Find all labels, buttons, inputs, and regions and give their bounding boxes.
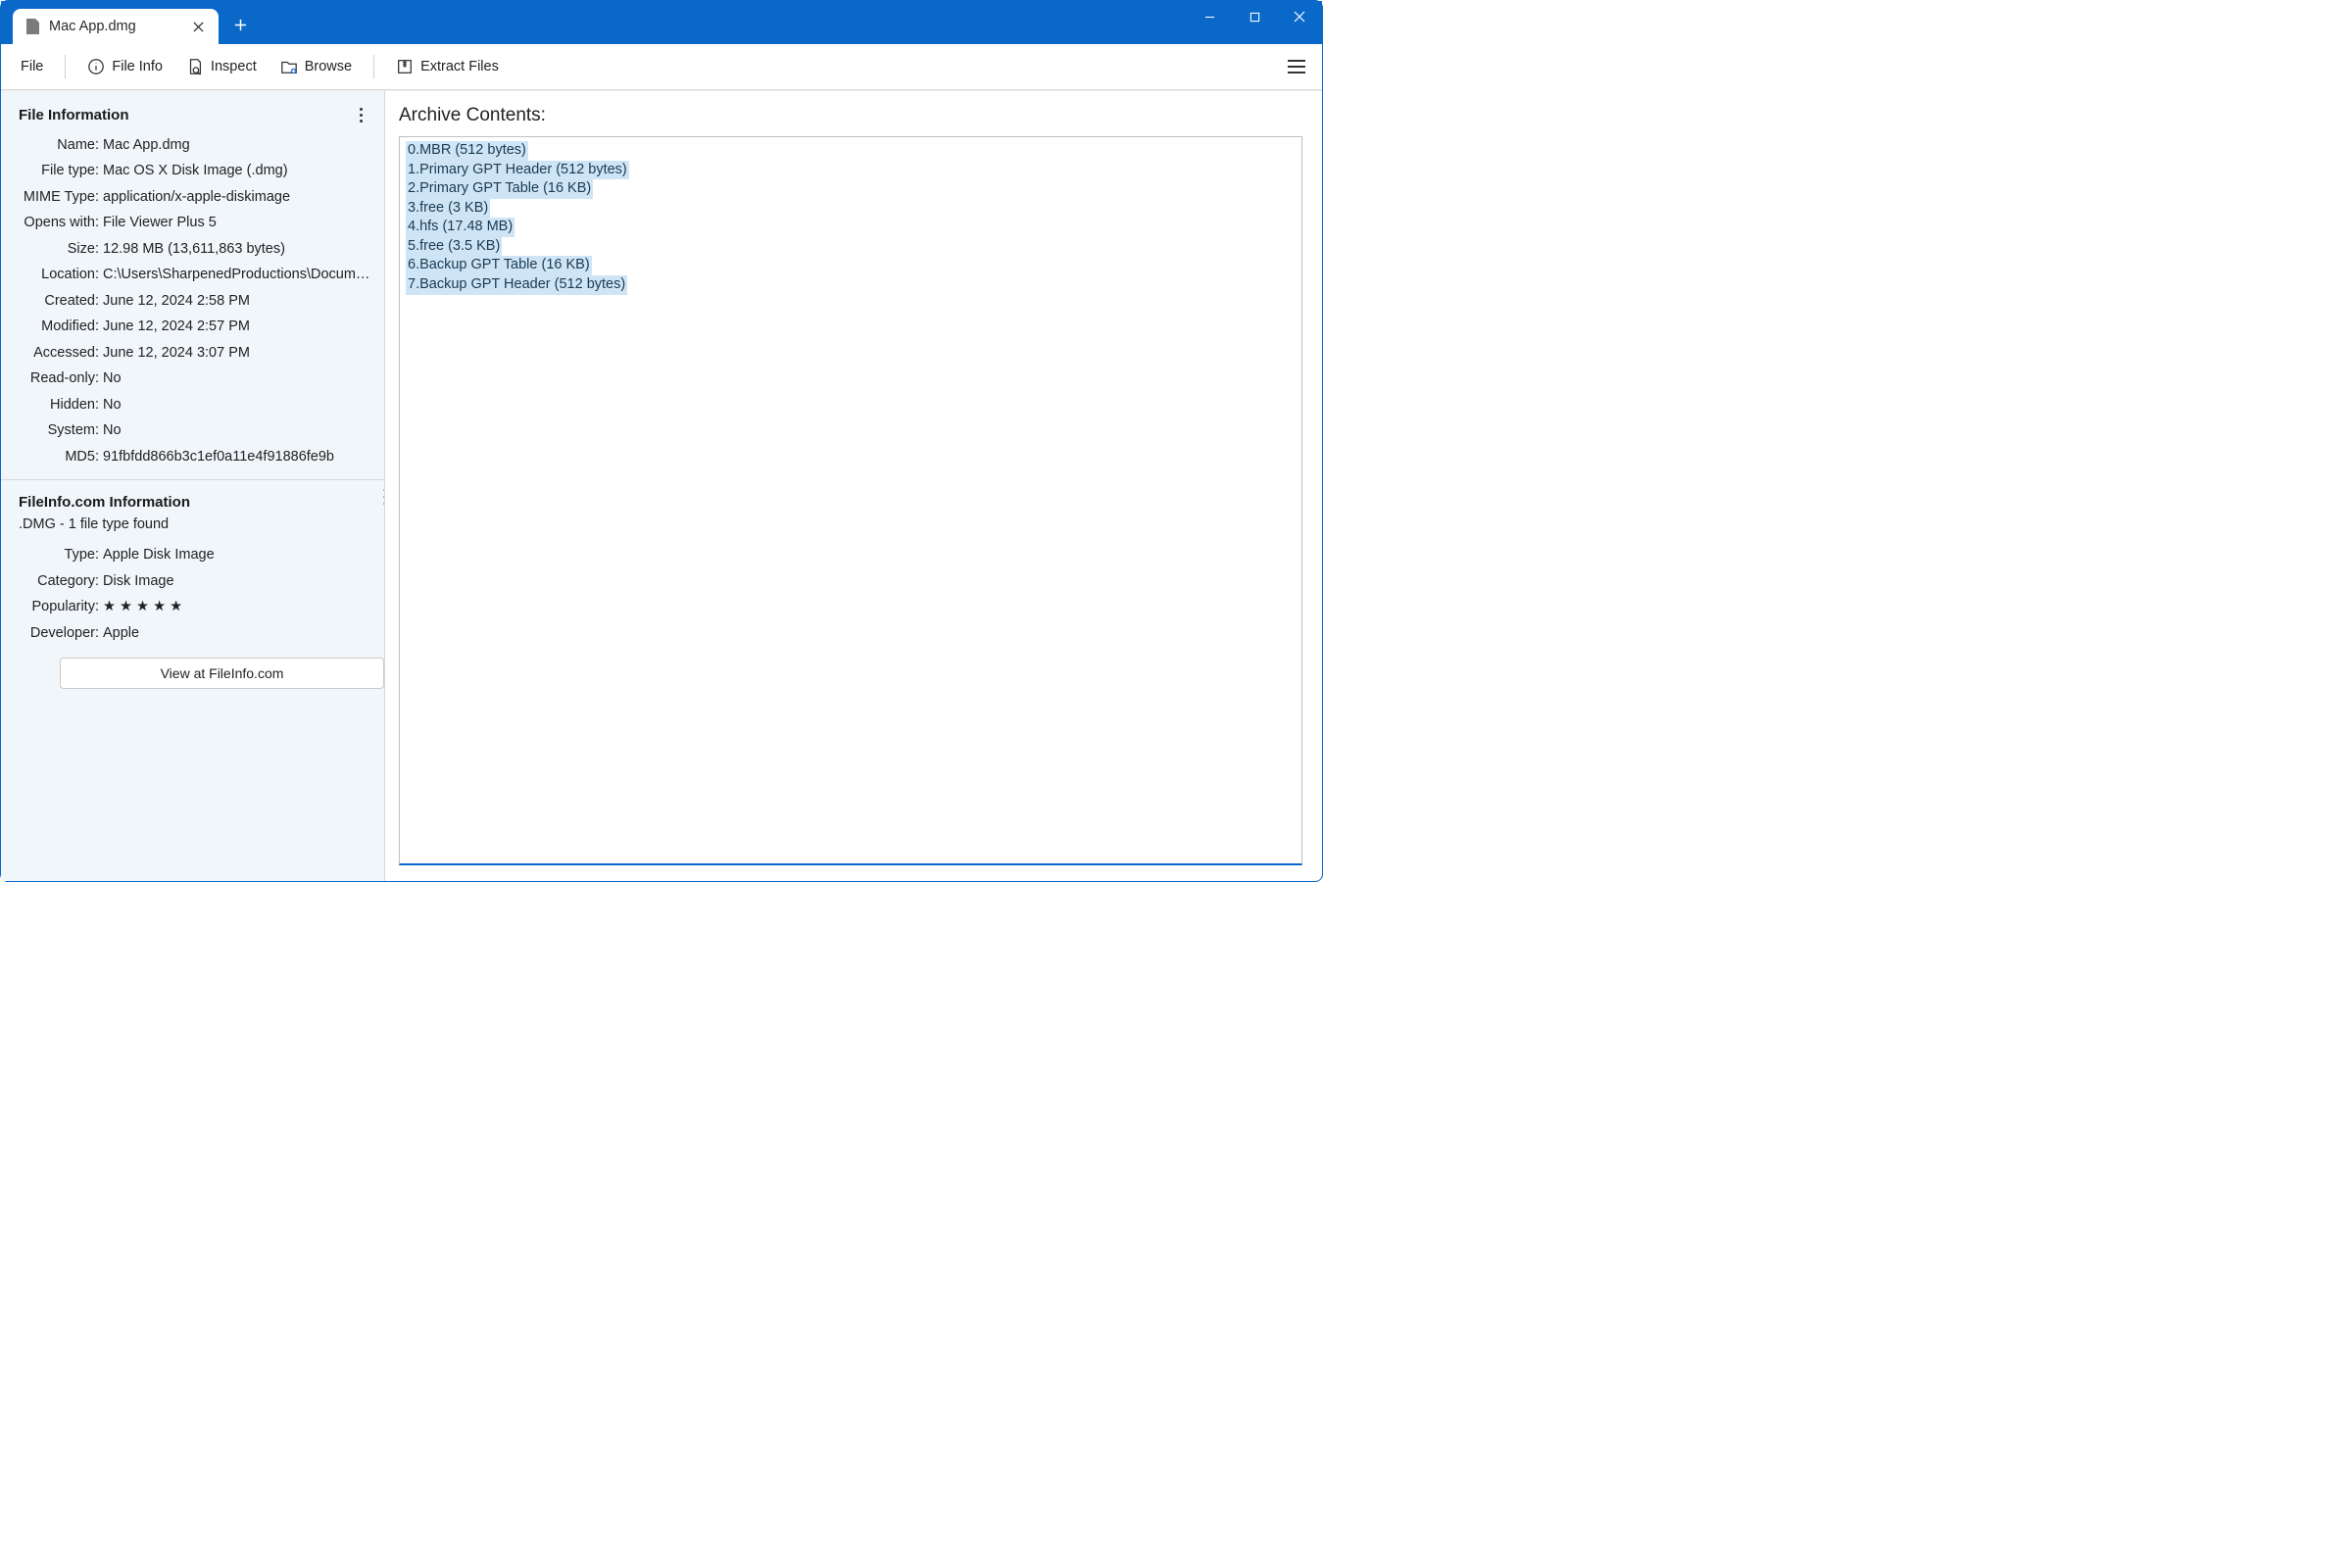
archive-entry[interactable]: 4.hfs (17.48 MB) xyxy=(406,218,1296,237)
row-category: Category:Disk Image xyxy=(1,568,384,594)
extract-icon xyxy=(396,58,414,75)
archive-contents-heading: Archive Contents: xyxy=(399,105,1302,126)
close-window-button[interactable] xyxy=(1277,1,1322,32)
row-popularity: Popularity:★ ★ ★ ★ ★ xyxy=(1,594,384,619)
window-controls xyxy=(1187,1,1322,44)
inspect-label: Inspect xyxy=(211,59,257,74)
archive-entry[interactable]: 7.Backup GPT Header (512 bytes) xyxy=(406,275,1296,295)
row-system: System:No xyxy=(1,417,384,443)
toolbar-separator xyxy=(373,55,374,78)
tab-active[interactable]: Mac App.dmg xyxy=(13,9,219,44)
archive-entry[interactable]: 0.MBR (512 bytes) xyxy=(406,141,1296,161)
new-tab-button[interactable] xyxy=(224,9,256,40)
archive-entry[interactable]: 3.free (3 KB) xyxy=(406,199,1296,219)
row-location: Location:C:\Users\SharpenedProductions\D… xyxy=(1,262,384,287)
maximize-button[interactable] xyxy=(1232,1,1277,32)
row-accessed: Accessed:June 12, 2024 3:07 PM xyxy=(1,340,384,366)
inspect-icon xyxy=(186,58,204,75)
file-info-heading: File Information xyxy=(19,107,129,123)
browse-label: Browse xyxy=(305,59,352,74)
fileinfo-heading: FileInfo.com Information xyxy=(1,480,384,514)
toolbar: File File Info Inspect Browse Extract Fi… xyxy=(1,44,1322,90)
row-opens-with: Opens with:File Viewer Plus 5 xyxy=(1,210,384,235)
browse-icon xyxy=(280,58,298,75)
content-panel: Archive Contents: 0.MBR (512 bytes)1.Pri… xyxy=(385,91,1322,881)
view-at-fileinfo-button[interactable]: View at FileInfo.com xyxy=(60,658,384,689)
inspect-button[interactable]: Inspect xyxy=(176,52,267,81)
row-md5: MD5:91fbfdd866b3c1ef0a11e4f91886fe9b xyxy=(1,444,384,469)
browse-button[interactable]: Browse xyxy=(270,52,362,81)
row-type: Type:Apple Disk Image xyxy=(1,542,384,567)
file-info-button[interactable]: File Info xyxy=(77,52,172,81)
archive-entry[interactable]: 5.free (3.5 KB) xyxy=(406,237,1296,257)
archive-entry[interactable]: 6.Backup GPT Table (16 KB) xyxy=(406,256,1296,275)
row-read-only: Read-only:No xyxy=(1,366,384,391)
hamburger-icon xyxy=(1288,66,1305,68)
file-menu[interactable]: File xyxy=(11,53,53,80)
tab-title: Mac App.dmg xyxy=(49,19,177,34)
side-panel: File Information Name:Mac App.dmg File t… xyxy=(1,91,385,881)
extract-label: Extract Files xyxy=(420,59,499,74)
close-tab-button[interactable] xyxy=(187,16,209,37)
panel-more-button[interactable] xyxy=(351,103,370,126)
extract-files-button[interactable]: Extract Files xyxy=(386,52,509,81)
menu-button[interactable] xyxy=(1281,51,1312,82)
archive-contents-list[interactable]: 0.MBR (512 bytes)1.Primary GPT Header (5… xyxy=(399,136,1302,865)
row-hidden: Hidden:No xyxy=(1,392,384,417)
archive-entry[interactable]: 1.Primary GPT Header (512 bytes) xyxy=(406,161,1296,180)
split-handle[interactable] xyxy=(381,486,385,508)
main-area: File Information Name:Mac App.dmg File t… xyxy=(1,90,1322,881)
row-size: Size:12.98 MB (13,611,863 bytes) xyxy=(1,236,384,262)
row-name: Name:Mac App.dmg xyxy=(1,132,384,158)
row-created: Created:June 12, 2024 2:58 PM xyxy=(1,288,384,314)
file-icon xyxy=(26,19,39,34)
minimize-button[interactable] xyxy=(1187,1,1232,32)
row-file-type: File type:Mac OS X Disk Image (.dmg) xyxy=(1,158,384,183)
info-icon xyxy=(87,58,105,75)
file-info-label: File Info xyxy=(112,59,163,74)
titlebar: Mac App.dmg xyxy=(1,1,1322,44)
toolbar-separator xyxy=(65,55,66,78)
fileinfo-summary: .DMG - 1 file type found xyxy=(1,514,384,542)
archive-entry[interactable]: 2.Primary GPT Table (16 KB) xyxy=(406,179,1296,199)
row-developer: Developer:Apple xyxy=(1,620,384,646)
row-mime: MIME Type:application/x-apple-diskimage xyxy=(1,184,384,210)
row-modified: Modified:June 12, 2024 2:57 PM xyxy=(1,314,384,339)
file-menu-label: File xyxy=(21,59,43,74)
